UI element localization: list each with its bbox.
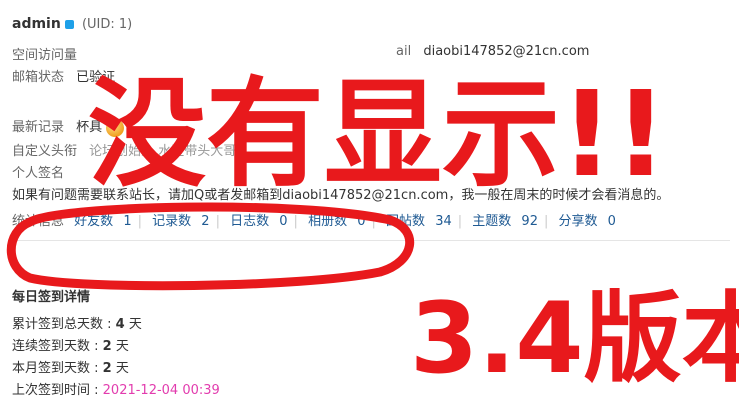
annotation-version: 3.4版本 (410, 282, 739, 394)
annotation-headline: 没有显示!! (88, 65, 668, 203)
annotation-overlay: 没有显示!! 3.4版本 (6, 65, 739, 394)
annotation-circle (6, 202, 415, 291)
